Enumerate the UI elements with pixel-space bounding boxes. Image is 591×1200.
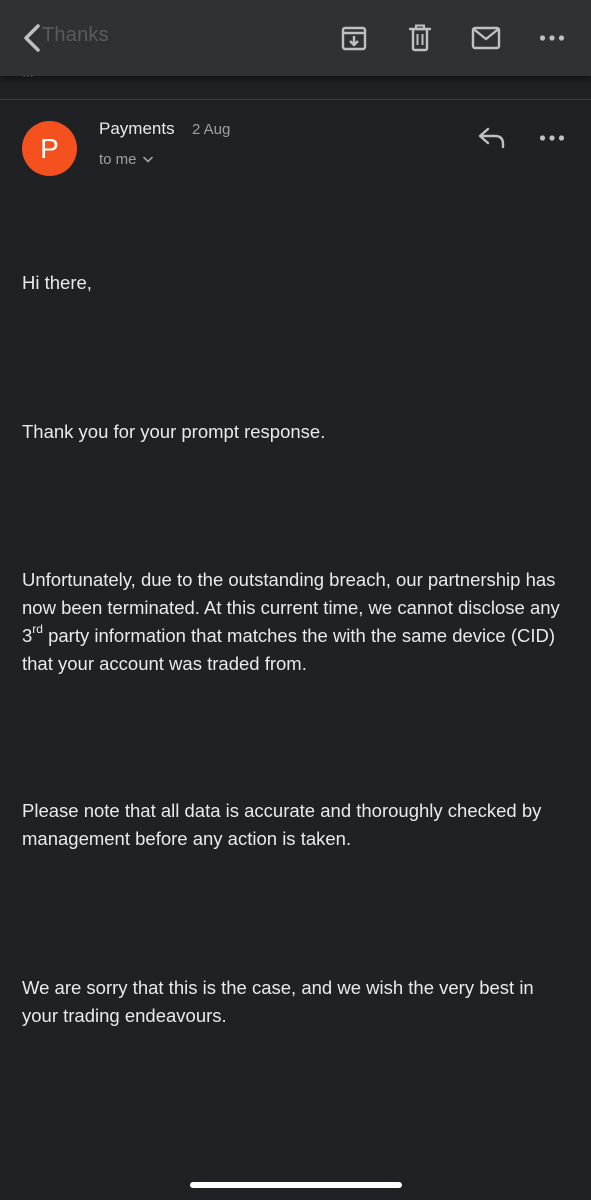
archive-icon <box>341 26 367 51</box>
mark-unread-button[interactable] <box>466 18 506 58</box>
back-chevron-icon <box>24 24 40 52</box>
scrolled-subject-subtitle: ... <box>22 64 34 80</box>
reply-button[interactable] <box>472 118 512 158</box>
more-options-button[interactable] <box>532 18 572 58</box>
body-paragraph-accuracy: Please note that all data is accurate an… <box>22 800 542 849</box>
avatar-letter: P <box>40 132 59 164</box>
ordinal-superscript: rd <box>32 621 43 636</box>
sender-avatar[interactable]: P <box>22 121 77 176</box>
delete-button[interactable] <box>400 18 440 58</box>
body-greeting: Hi there, <box>22 272 92 293</box>
body-paragraph-termination: Unfortunately, due to the outstanding br… <box>22 566 574 678</box>
more-icon <box>539 35 565 41</box>
reply-icon <box>478 127 505 149</box>
archive-button[interactable] <box>334 18 374 58</box>
scrolled-subject-title: Thanks <box>42 24 109 46</box>
sender-name[interactable]: Payments <box>99 119 175 139</box>
chevron-down-icon <box>142 156 153 163</box>
header-divider <box>0 99 591 100</box>
termination-text-end: party information that matches the with … <box>22 625 556 674</box>
more-icon <box>539 135 565 141</box>
recipient-label: to me <box>99 151 137 168</box>
back-button[interactable] <box>12 18 52 58</box>
body-paragraph-closing: We are sorry that this is the case, and … <box>22 977 534 1026</box>
top-toolbar: Thanks ... <box>0 0 591 80</box>
delete-icon <box>408 24 432 52</box>
home-indicator[interactable] <box>190 1182 402 1188</box>
body-paragraph-thanks: Thank you for your prompt response. <box>22 421 326 442</box>
mail-icon <box>471 26 501 50</box>
message-more-button[interactable] <box>532 118 572 158</box>
recipient-toggle[interactable]: to me <box>99 151 153 168</box>
message-date: 2 Aug <box>192 121 231 138</box>
